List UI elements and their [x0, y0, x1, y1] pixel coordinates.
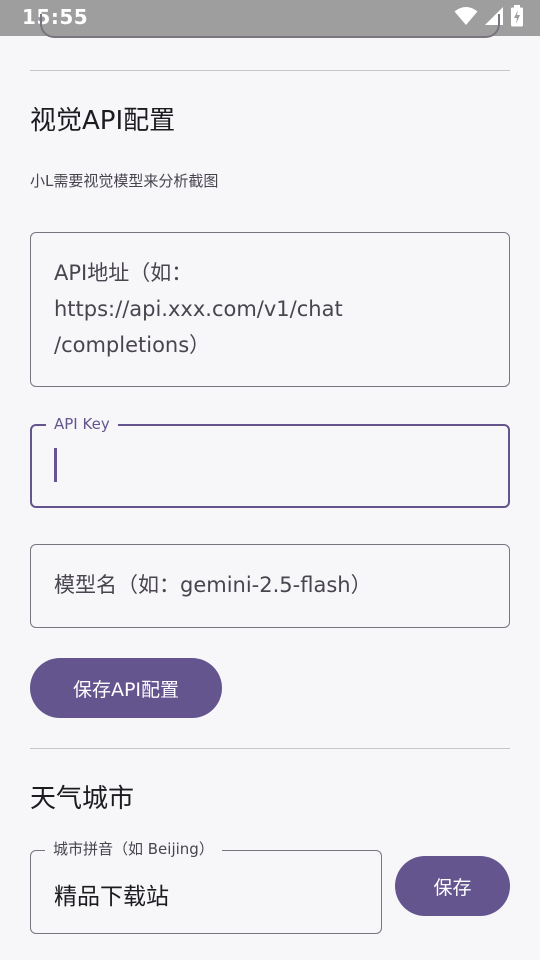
city-pinyin-value: 精品下载站	[54, 884, 169, 910]
model-name-input[interactable]: 模型名（如：gemini-2.5-flash）	[30, 544, 510, 628]
api-key-input[interactable]: API Key	[30, 415, 510, 508]
city-pinyin-input[interactable]: 城市拼音（如 Beijing） 精品下载站	[30, 840, 382, 934]
save-city-button[interactable]: 保存	[395, 856, 510, 916]
city-pinyin-label: 城市拼音（如 Beijing）	[45, 840, 222, 858]
vision-api-section-title: 视觉API配置	[30, 106, 176, 136]
save-api-config-button[interactable]: 保存API配置	[30, 658, 222, 718]
model-name-placeholder: 模型名（如：gemini-2.5-flash）	[54, 573, 372, 597]
vision-api-description: 小L需要视觉模型来分析截图	[30, 172, 219, 190]
divider	[30, 748, 510, 749]
text-cursor	[54, 448, 57, 482]
weather-section-title: 天气城市	[30, 784, 135, 814]
api-url-input[interactable]: API地址（如： https://api.xxx.com/v1/chat /co…	[30, 232, 510, 387]
battery-charging-icon	[510, 5, 524, 31]
api-url-placeholder: API地址（如： https://api.xxx.com/v1/chat /co…	[54, 261, 343, 357]
previous-field-bottom-edge	[40, 14, 500, 38]
divider	[30, 70, 510, 71]
api-key-label: API Key	[46, 415, 118, 433]
